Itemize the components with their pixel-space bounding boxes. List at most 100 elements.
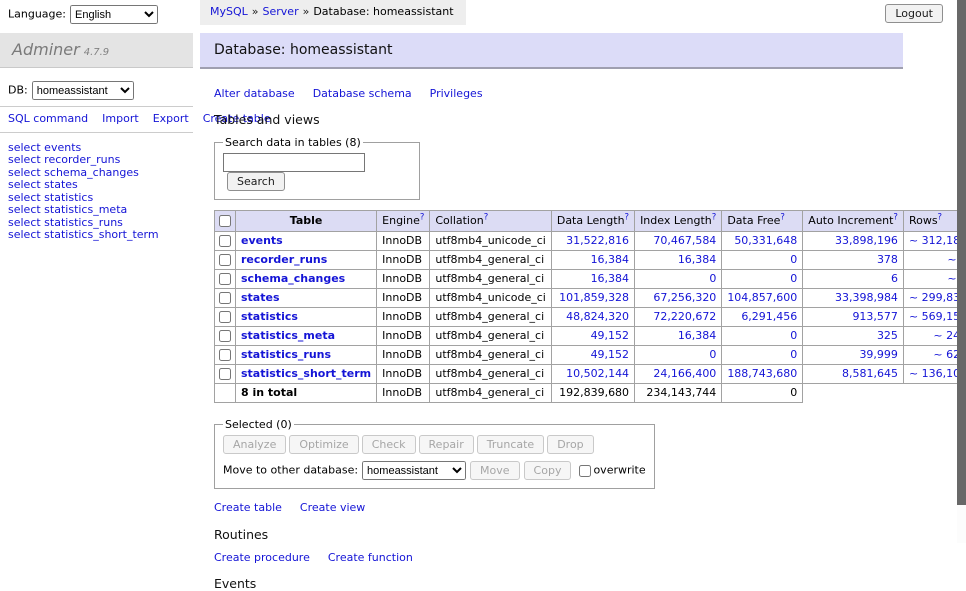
row-checkbox[interactable] [219, 292, 231, 304]
logout-button[interactable]: Logout [885, 4, 943, 23]
column-help-link[interactable]: ? [625, 212, 630, 222]
create-link[interactable]: Create table [214, 501, 282, 514]
row-checkbox[interactable] [219, 311, 231, 323]
index-length-cell: 72,220,672 [635, 308, 722, 327]
selected-action-button[interactable]: Analyze [223, 435, 286, 454]
database-action-link[interactable]: Privileges [430, 87, 483, 100]
column-help-link[interactable]: ? [484, 212, 489, 222]
search-input[interactable] [223, 153, 365, 172]
index-length-link[interactable]: 24,166,400 [640, 367, 716, 381]
data-length-link[interactable]: 48,824,320 [557, 310, 629, 324]
sidebar-select-table-link[interactable]: select recorder_runs [8, 153, 120, 166]
selected-action-button[interactable]: Truncate [477, 435, 544, 454]
data-free-link[interactable]: 0 [727, 253, 797, 267]
selected-action-button[interactable]: Optimize [289, 435, 358, 454]
row-checkbox[interactable] [219, 349, 231, 361]
move-database-select[interactable]: homeassistant [362, 461, 466, 480]
create-link[interactable]: Create view [300, 501, 365, 514]
data-free-link[interactable]: 50,331,648 [727, 234, 797, 248]
column-help-link[interactable]: ? [938, 212, 943, 222]
row-checkbox[interactable] [219, 235, 231, 247]
data-length-link[interactable]: 49,152 [557, 348, 629, 362]
table-name-link[interactable]: statistics [241, 310, 298, 323]
table-name-link[interactable]: states [241, 291, 280, 304]
move-copy-button[interactable]: Move [470, 461, 520, 480]
auto-increment-link[interactable]: 39,999 [808, 348, 898, 362]
sidebar-action-link[interactable]: SQL command [8, 112, 88, 125]
auto-increment-link[interactable]: 913,577 [808, 310, 898, 324]
index-length-link[interactable]: 72,220,672 [640, 310, 716, 324]
sidebar-select-table-link[interactable]: select statistics_short_term [8, 228, 159, 241]
column-help-link[interactable]: ? [420, 212, 425, 222]
database-action-link[interactable]: Alter database [214, 87, 295, 100]
data-free-link[interactable]: 0 [727, 348, 797, 362]
data-free-link[interactable]: 188,743,680 [727, 367, 797, 381]
move-copy-button[interactable]: Copy [524, 461, 572, 480]
table-name-link[interactable]: statistics_runs [241, 348, 331, 361]
breadcrumb-server-link[interactable]: Server [263, 5, 299, 18]
sidebar-select-table-link[interactable]: select events [8, 141, 81, 154]
selected-action-button[interactable]: Repair [419, 435, 474, 454]
engine-cell: InnoDB [377, 365, 430, 384]
adminer-logo-link[interactable]: Adminer [12, 40, 80, 59]
sidebar-action-link[interactable]: Export [153, 112, 189, 125]
sidebar-select-table-link[interactable]: select statistics_runs [8, 216, 123, 229]
column-help-link[interactable]: ? [712, 212, 717, 222]
row-checkbox[interactable] [219, 368, 231, 380]
row-checkbox[interactable] [219, 254, 231, 266]
table-row: schema_changes InnoDB utf8mb4_general_ci… [215, 270, 966, 289]
breadcrumb-mysql-link[interactable]: MySQL [210, 5, 248, 18]
table-name-cell: statistics_runs [236, 346, 377, 365]
scrollbar[interactable] [957, 0, 966, 543]
data-length-link[interactable]: 49,152 [557, 329, 629, 343]
column-header-label: Data Length [557, 214, 625, 227]
table-name-link[interactable]: statistics_short_term [241, 367, 371, 380]
column-help-link[interactable]: ? [780, 212, 785, 222]
index-length-link[interactable]: 0 [640, 348, 716, 362]
sidebar-select-table-link[interactable]: select states [8, 178, 78, 191]
language-select[interactable]: English [70, 5, 158, 24]
auto-increment-link[interactable]: 6 [808, 272, 898, 286]
sidebar-select-table-link[interactable]: select statistics [8, 191, 93, 204]
data-free-link[interactable]: 0 [727, 272, 797, 286]
index-length-link[interactable]: 70,467,584 [640, 234, 716, 248]
data-length-link[interactable]: 101,859,328 [557, 291, 629, 305]
data-length-link[interactable]: 31,522,816 [557, 234, 629, 248]
index-length-link[interactable]: 0 [640, 272, 716, 286]
selected-action-button[interactable]: Drop [547, 435, 593, 454]
data-free-link[interactable]: 0 [727, 329, 797, 343]
data-free-link[interactable]: 6,291,456 [727, 310, 797, 324]
auto-increment-link[interactable]: 33,898,196 [808, 234, 898, 248]
selected-action-button[interactable]: Check [362, 435, 416, 454]
sidebar-action-link[interactable]: Import [102, 112, 139, 125]
routine-create-link[interactable]: Create function [328, 551, 413, 564]
sidebar-select-table-link[interactable]: select schema_changes [8, 166, 139, 179]
overwrite-checkbox[interactable] [579, 465, 591, 477]
db-select[interactable]: homeassistant [32, 81, 134, 100]
sidebar-select-table-link[interactable]: select statistics_meta [8, 203, 127, 216]
auto-increment-link[interactable]: 33,398,984 [808, 291, 898, 305]
auto-increment-link[interactable]: 325 [808, 329, 898, 343]
table-name-link[interactable]: statistics_meta [241, 329, 335, 342]
routine-create-link[interactable]: Create procedure [214, 551, 310, 564]
data-length-link[interactable]: 10,502,144 [557, 367, 629, 381]
table-name-link[interactable]: recorder_runs [241, 253, 327, 266]
index-length-link[interactable]: 16,384 [640, 329, 716, 343]
row-checkbox[interactable] [219, 330, 231, 342]
search-button[interactable]: Search [227, 172, 285, 191]
auto-increment-link[interactable]: 378 [808, 253, 898, 267]
data-free-link[interactable]: 104,857,600 [727, 291, 797, 305]
index-length-link[interactable]: 16,384 [640, 253, 716, 267]
index-length-link[interactable]: 67,256,320 [640, 291, 716, 305]
table-name-link[interactable]: events [241, 234, 283, 247]
data-length-link[interactable]: 16,384 [557, 272, 629, 286]
data-length-link[interactable]: 16,384 [557, 253, 629, 267]
engine-cell: InnoDB [377, 232, 430, 251]
row-checkbox[interactable] [219, 273, 231, 285]
database-action-link[interactable]: Database schema [313, 87, 412, 100]
auto-increment-link[interactable]: 8,581,645 [808, 367, 898, 381]
select-all-checkbox[interactable] [219, 215, 231, 227]
column-help-link[interactable]: ? [893, 212, 898, 222]
table-name-link[interactable]: schema_changes [241, 272, 345, 285]
scrollbar-thumb[interactable] [957, 0, 966, 505]
